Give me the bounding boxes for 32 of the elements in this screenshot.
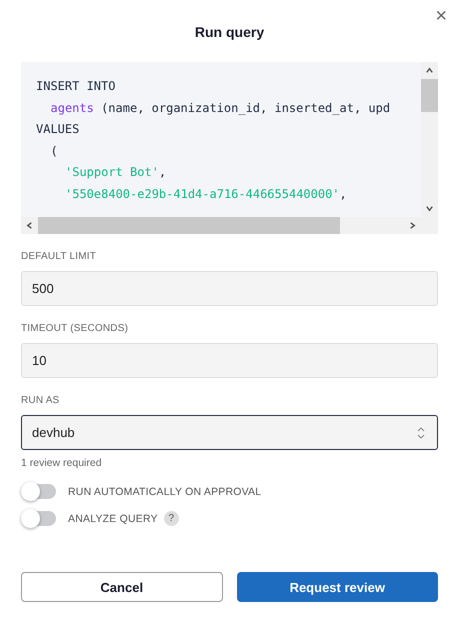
field-label: TIMEOUT (SECONDS) bbox=[21, 323, 130, 334]
scroll-left-icon[interactable] bbox=[25, 221, 34, 230]
toggle-label: ANALYZE QUERY bbox=[68, 512, 158, 524]
horizontal-scrollbar[interactable] bbox=[21, 217, 421, 234]
scrollbar-thumb[interactable] bbox=[38, 217, 340, 234]
request-button[interactable]: Request review bbox=[236, 572, 438, 602]
code-editor[interactable]: INSERT INTO agents (name, organization_id, inserted_at, upd VALUES ( 'Support Bot', '550e8400-e29b-41d4-a716-446655440000', bbox=[21, 62, 438, 234]
code-line: VALUES bbox=[36, 121, 80, 138]
scrollbar-thumb[interactable] bbox=[421, 79, 438, 112]
code-line: '550e8400-e29b-41d4-a716-446655440000', bbox=[64, 186, 348, 202]
input-field[interactable]: 500 bbox=[21, 271, 438, 306]
cancel-button[interactable]: Cancel bbox=[21, 572, 222, 602]
close-button[interactable]: × bbox=[431, 6, 451, 26]
sort-chevrons-icon bbox=[417, 426, 425, 438]
code-line: ( bbox=[50, 142, 59, 160]
code-line: 'Support Bot', bbox=[64, 164, 168, 181]
toggle-switch[interactable] bbox=[21, 484, 56, 499]
scroll-up-icon[interactable] bbox=[425, 66, 434, 75]
scroll-down-icon[interactable] bbox=[425, 204, 434, 213]
input-field[interactable]: 10 bbox=[21, 343, 438, 378]
code-line: agents (name, organization_id, inserted_at, upd bbox=[50, 100, 392, 117]
scroll-right-icon[interactable] bbox=[408, 221, 417, 230]
field-label: RUN AS bbox=[21, 395, 60, 406]
field-label: DEFAULT LIMIT bbox=[21, 251, 98, 262]
toggle-label: RUN AUTOMATICALLY ON APPROVAL bbox=[68, 486, 262, 498]
select-field[interactable]: devhub bbox=[21, 415, 438, 450]
help-icon[interactable]: ? bbox=[164, 511, 179, 526]
toggle-switch[interactable] bbox=[21, 511, 56, 526]
dialog-title: Run query bbox=[194, 24, 266, 40]
code-line: INSERT INTO bbox=[36, 78, 116, 95]
hint-text: 1 review required bbox=[21, 457, 103, 469]
vertical-scrollbar[interactable] bbox=[421, 62, 438, 217]
